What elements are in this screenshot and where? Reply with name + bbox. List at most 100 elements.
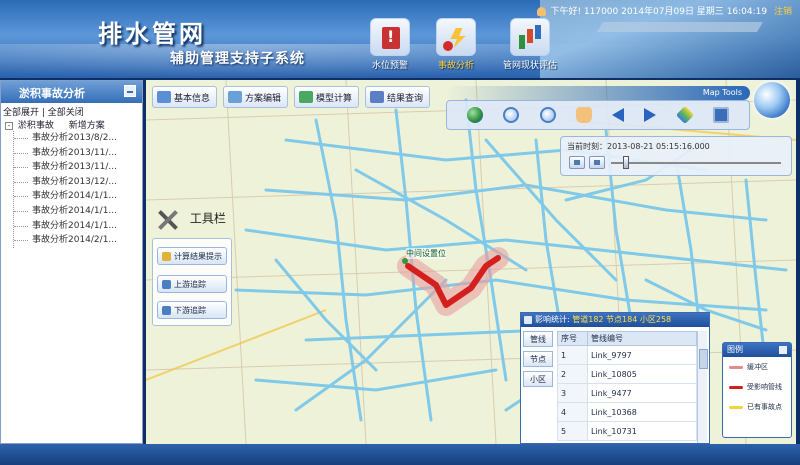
time-control-panel: 当前时刻：2013-08-21 05:15:16.000	[560, 136, 792, 176]
date-text: 2014年07月09日 星期三	[621, 7, 724, 17]
downstream-trace-button[interactable]: 下游追踪	[157, 301, 227, 319]
zoom-in-icon[interactable]	[503, 107, 520, 123]
nav-label: 管网现状评估	[502, 61, 557, 71]
collapse-all-link[interactable]: 全部关闭	[48, 108, 84, 118]
scheme-tree-panel: 淤积事故分析 全部展开 | 全部关闭 - 淤积事故 新增方案 事故分析2013/…	[0, 80, 143, 444]
minimize-icon[interactable]	[779, 346, 787, 354]
app-title: 排水管网	[98, 19, 206, 48]
app-header: 排水管网 辅助管理支持子系统 下午好! 117000 2014年07月09日 星…	[0, 0, 800, 78]
nav-accident-analysis[interactable]: 事故分析	[428, 18, 484, 78]
tab-model-calc[interactable]: 模型计算	[294, 86, 360, 108]
tree-actions: 全部展开 | 全部关闭	[3, 108, 84, 118]
legend-title-text: 图例	[727, 345, 743, 354]
legend-item-buffer: 缓冲区	[723, 357, 791, 377]
app-subtitle: 辅助管理支持子系统	[170, 51, 305, 67]
pan-hand-icon[interactable]	[575, 107, 592, 123]
time-slider-track[interactable]	[611, 162, 781, 164]
row-index: 4	[557, 402, 588, 422]
table-row[interactable]: 4 Link_10368	[557, 402, 697, 422]
incident-location-label: 中间设置位	[406, 248, 446, 259]
calculator-icon	[299, 91, 314, 103]
legend-label: 缓冲区	[747, 363, 768, 371]
tree-item[interactable]: 事故分析2013/11/...	[14, 160, 142, 175]
legend-label: 已有事故点	[747, 403, 782, 411]
upstream-icon	[162, 279, 171, 289]
impact-stats-panel: 影响统计: 管道182 节点184 小区258 管线 节点 小区 序号 管线编号…	[520, 312, 710, 444]
main-nav: 水位预警 事故分析 管网现状评估	[362, 18, 592, 78]
tab-scheme-edit[interactable]: 方案编辑	[223, 86, 289, 108]
link-id: Link_10731	[587, 421, 697, 441]
tree-toggle-icon[interactable]: -	[5, 122, 13, 130]
stop-button[interactable]	[589, 156, 605, 169]
tab-label: 基本信息	[174, 93, 211, 104]
collapse-icon[interactable]	[124, 85, 136, 97]
stats-summary: 管道182 节点184 小区258	[572, 315, 672, 324]
map-tools-toolbar	[446, 100, 750, 130]
tab-basic-info[interactable]: 基本信息	[152, 86, 218, 108]
current-time-label: 当前时刻：2013-08-21 05:15:16.000	[567, 142, 710, 151]
nav-label: 水位预警	[371, 61, 408, 71]
downstream-icon	[162, 305, 171, 315]
toolbox-title: 工具栏	[189, 211, 226, 226]
tab-result-query[interactable]: 结果查询	[365, 86, 431, 108]
greeting-text: 下午好! 117000	[550, 7, 619, 17]
lightning-icon	[436, 18, 476, 56]
panel-title-text: 淤积事故分析	[19, 87, 85, 100]
legend-label: 受影响管线	[747, 383, 782, 391]
full-screen-icon[interactable]	[712, 107, 729, 123]
legend-item-affected-pipe: 受影响管线	[723, 377, 791, 397]
legend-swatch	[729, 386, 743, 389]
map-function-tabs: 基本信息 方案编辑 模型计算 结果查询	[152, 86, 431, 108]
layers-icon[interactable]	[675, 105, 694, 125]
wrench-icon	[154, 206, 180, 232]
map-tools-title: Map Tools	[446, 86, 750, 100]
result-tip-button[interactable]: 计算结果提示	[157, 247, 227, 265]
nav-network-assessment[interactable]: 管网现状评估	[502, 18, 558, 78]
tree-item[interactable]: 事故分析2013/8/2...	[14, 131, 142, 146]
app-footer	[0, 444, 800, 465]
table-row[interactable]: 1 Link_9797	[557, 345, 697, 365]
incident-point-marker[interactable]	[402, 258, 408, 264]
tree-root-node[interactable]: - 淤积事故 新增方案	[1, 118, 142, 131]
button-label: 上游追踪	[174, 279, 206, 289]
upstream-trace-button[interactable]: 上游追踪	[157, 275, 227, 293]
map-canvas[interactable]: 基本信息 方案编辑 模型计算 结果查询 Map Tools 当前时刻：2013-…	[146, 80, 796, 444]
toolbox-header: 工具栏	[154, 206, 226, 232]
logout-link[interactable]: 注销	[774, 7, 792, 17]
tree-item[interactable]: 事故分析2014/1/1...	[14, 189, 142, 204]
legend-swatch	[729, 366, 743, 369]
tab-nodes[interactable]: 节点	[523, 351, 553, 367]
tree-item[interactable]: 事故分析2014/1/1...	[14, 219, 142, 234]
panel-title: 淤积事故分析	[1, 81, 142, 103]
forward-arrow-icon[interactable]	[644, 108, 657, 122]
info-icon	[157, 91, 171, 103]
button-label: 计算结果提示	[174, 251, 222, 261]
tree-item[interactable]: 事故分析2014/1/1...	[14, 204, 142, 219]
legend-swatch	[729, 406, 743, 409]
table-scrollbar[interactable]	[697, 331, 708, 443]
legend-item-existing-incident: 已有事故点	[723, 397, 791, 417]
tab-districts[interactable]: 小区	[523, 371, 553, 387]
column-header[interactable]: 管线编号	[587, 331, 697, 346]
column-header[interactable]: 序号	[557, 331, 588, 346]
zoom-out-icon[interactable]	[539, 107, 556, 123]
map-legend: 图例 缓冲区 受影响管线 已有事故点	[722, 342, 792, 438]
table-row[interactable]: 5 Link_10731	[557, 421, 697, 441]
tree-item[interactable]: 事故分析2014/2/1...	[14, 233, 142, 248]
table-row[interactable]: 3 Link_9477	[557, 383, 697, 403]
time-slider-thumb[interactable]	[623, 156, 629, 169]
globe-icon[interactable]	[467, 107, 484, 123]
table-row[interactable]: 2 Link_10805	[557, 364, 697, 384]
nav-water-level-warning[interactable]: 水位预警	[362, 18, 418, 78]
expand-all-link[interactable]: 全部展开	[3, 108, 39, 118]
tip-icon	[162, 251, 171, 261]
tab-pipes[interactable]: 管线	[523, 331, 553, 347]
back-arrow-icon[interactable]	[612, 108, 625, 122]
tree-item[interactable]: 事故分析2013/12/...	[14, 175, 142, 190]
row-index: 5	[557, 421, 588, 441]
tree-item[interactable]: 事故分析2013/11/...	[14, 146, 142, 161]
play-button[interactable]	[569, 156, 585, 169]
tree-items: 事故分析2013/8/2... 事故分析2013/11/... 事故分析2013…	[13, 131, 142, 248]
globe-logo-icon	[754, 82, 790, 118]
new-scheme-link[interactable]: 新增方案	[69, 121, 105, 131]
